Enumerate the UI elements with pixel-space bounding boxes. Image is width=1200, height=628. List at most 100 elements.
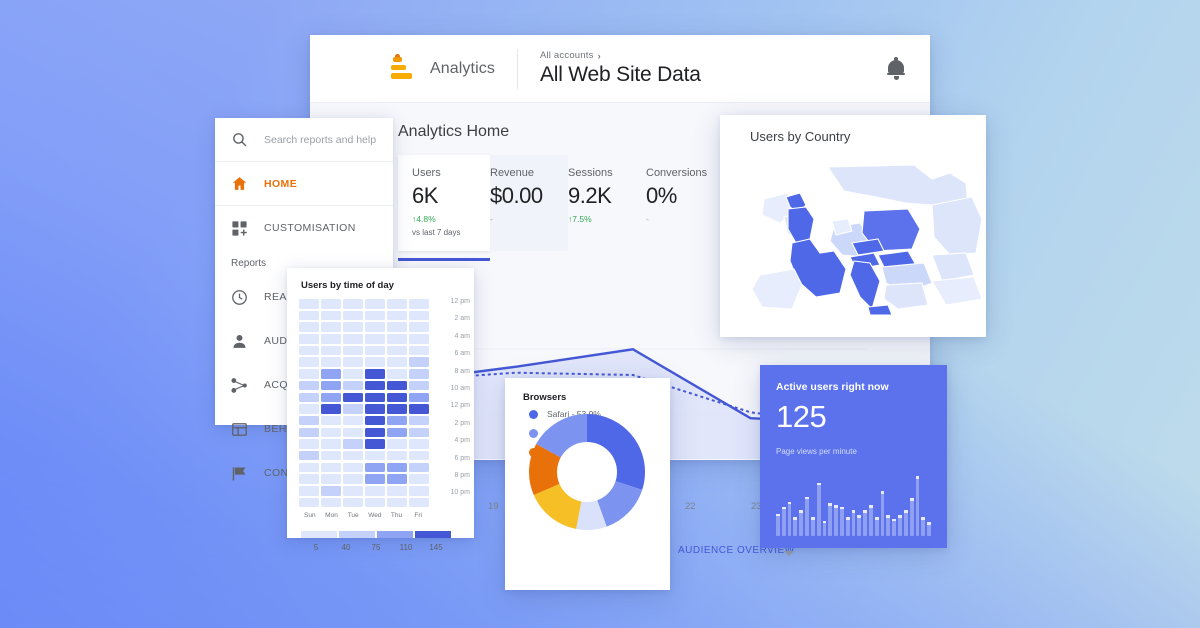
heatmap-cell[interactable] xyxy=(409,357,429,367)
heatmap-cell[interactable] xyxy=(409,369,429,379)
heatmap-cell[interactable] xyxy=(321,357,341,367)
heatmap-cell[interactable] xyxy=(387,380,407,391)
heatmap-cell[interactable] xyxy=(321,334,341,344)
heatmap-cell[interactable] xyxy=(343,392,363,402)
heatmap-cell[interactable] xyxy=(409,497,429,508)
heatmap-cell[interactable] xyxy=(409,380,429,391)
heatmap-cell[interactable] xyxy=(365,462,385,473)
heatmap-cell[interactable] xyxy=(343,404,363,414)
heatmap-cell[interactable] xyxy=(387,462,407,473)
breadcrumb[interactable]: All accounts › All Web Site Data xyxy=(540,50,701,87)
heatmap-cell[interactable] xyxy=(299,345,319,356)
heatmap-cell[interactable] xyxy=(365,415,385,426)
heatmap-cell[interactable] xyxy=(343,357,363,367)
heatmap-cell[interactable] xyxy=(299,486,319,496)
heatmap-cell[interactable] xyxy=(387,322,407,332)
heatmap-cell[interactable] xyxy=(365,474,385,484)
sidebar-item-home[interactable]: HOME xyxy=(215,162,393,206)
heatmap-cell[interactable] xyxy=(321,322,341,332)
heatmap-cell[interactable] xyxy=(365,334,385,344)
sidebar-item-customisation[interactable]: CUSTOMISATION xyxy=(215,206,393,250)
heatmap-cell[interactable] xyxy=(365,486,385,496)
heatmap-cell[interactable] xyxy=(365,369,385,379)
heatmap-cell[interactable] xyxy=(387,392,407,402)
heatmap-cell[interactable] xyxy=(409,486,429,496)
breadcrumb-parent[interactable]: All accounts xyxy=(540,50,594,61)
heatmap-cell[interactable] xyxy=(387,334,407,344)
heatmap-cell[interactable] xyxy=(387,404,407,414)
heatmap-cell[interactable] xyxy=(409,474,429,484)
search-input[interactable]: Search reports and help xyxy=(215,118,393,162)
heatmap-cell[interactable] xyxy=(321,404,341,414)
heatmap-cell[interactable] xyxy=(321,345,341,356)
heatmap-cell[interactable] xyxy=(343,380,363,391)
heatmap-cell[interactable] xyxy=(409,462,429,473)
heatmap-cell[interactable] xyxy=(343,427,363,438)
metric-card-conversions[interactable]: Conversions 0% - xyxy=(646,155,724,251)
heatmap-cell[interactable] xyxy=(321,474,341,484)
heatmap-cell[interactable] xyxy=(409,310,429,321)
heatmap-cell[interactable] xyxy=(343,474,363,484)
heatmap-cell[interactable] xyxy=(321,310,341,321)
heatmap-cell[interactable] xyxy=(321,486,341,496)
heatmap-cell[interactable] xyxy=(387,474,407,484)
chevron-down-icon[interactable] xyxy=(784,551,794,556)
heatmap-cell[interactable] xyxy=(387,486,407,496)
heatmap-cell[interactable] xyxy=(299,450,319,461)
heatmap-cell[interactable] xyxy=(387,450,407,461)
heatmap-cell[interactable] xyxy=(343,345,363,356)
heatmap-cell[interactable] xyxy=(299,427,319,438)
metric-card-users[interactable]: Users 6K ↑4.8% vs last 7 days xyxy=(398,155,490,251)
heatmap-cell[interactable] xyxy=(365,310,385,321)
heatmap-cell[interactable] xyxy=(343,415,363,426)
heatmap-cell[interactable] xyxy=(409,415,429,426)
notification-bell-icon[interactable] xyxy=(886,56,906,80)
heatmap-cell[interactable] xyxy=(321,380,341,391)
heatmap-cell[interactable] xyxy=(299,404,319,414)
heatmap-cell[interactable] xyxy=(343,369,363,379)
heatmap-cell[interactable] xyxy=(343,299,363,309)
heatmap-cell[interactable] xyxy=(409,392,429,402)
heatmap-cell[interactable] xyxy=(365,357,385,367)
heatmap-cell[interactable] xyxy=(299,310,319,321)
brand-area[interactable]: Analytics xyxy=(390,53,495,82)
heatmap-cell[interactable] xyxy=(299,299,319,309)
heatmap-cell[interactable] xyxy=(299,474,319,484)
heatmap-cell[interactable] xyxy=(409,450,429,461)
heatmap-cell[interactable] xyxy=(387,357,407,367)
heatmap-cell[interactable] xyxy=(343,439,363,449)
heatmap-cell[interactable] xyxy=(365,404,385,414)
heatmap-cell[interactable] xyxy=(299,357,319,367)
heatmap-cell[interactable] xyxy=(321,450,341,461)
heatmap-cell[interactable] xyxy=(365,497,385,508)
metric-card-revenue[interactable]: Revenue $0.00 - xyxy=(490,155,568,251)
heatmap-cell[interactable] xyxy=(299,439,319,449)
heatmap-cell[interactable] xyxy=(387,299,407,309)
heatmap-cell[interactable] xyxy=(299,322,319,332)
heatmap-cell[interactable] xyxy=(299,334,319,344)
heatmap-cell[interactable] xyxy=(321,415,341,426)
heatmap-cell[interactable] xyxy=(365,427,385,438)
heatmap-cell[interactable] xyxy=(343,310,363,321)
browsers-donut-chart[interactable] xyxy=(525,410,649,534)
heatmap-cell[interactable] xyxy=(299,462,319,473)
heatmap-cell[interactable] xyxy=(409,404,429,414)
heatmap-cell[interactable] xyxy=(387,345,407,356)
heatmap-cell[interactable] xyxy=(387,310,407,321)
heatmap-cell[interactable] xyxy=(387,497,407,508)
heatmap-cell[interactable] xyxy=(409,345,429,356)
heatmap-cell[interactable] xyxy=(321,462,341,473)
heatmap-cell[interactable] xyxy=(409,322,429,332)
heatmap-cell[interactable] xyxy=(343,334,363,344)
heatmap-cell[interactable] xyxy=(299,415,319,426)
heatmap-cell[interactable] xyxy=(321,392,341,402)
heatmap-cell[interactable] xyxy=(343,497,363,508)
heatmap-cell[interactable] xyxy=(321,497,341,508)
metric-card-sessions[interactable]: Sessions 9.2K ↑7.5% xyxy=(568,155,646,251)
heatmap-cell[interactable] xyxy=(365,299,385,309)
heatmap-cell[interactable] xyxy=(365,322,385,332)
heatmap-cell[interactable] xyxy=(321,427,341,438)
heatmap-cell[interactable] xyxy=(409,334,429,344)
heatmap-cell[interactable] xyxy=(387,415,407,426)
heatmap-cell[interactable] xyxy=(299,392,319,402)
